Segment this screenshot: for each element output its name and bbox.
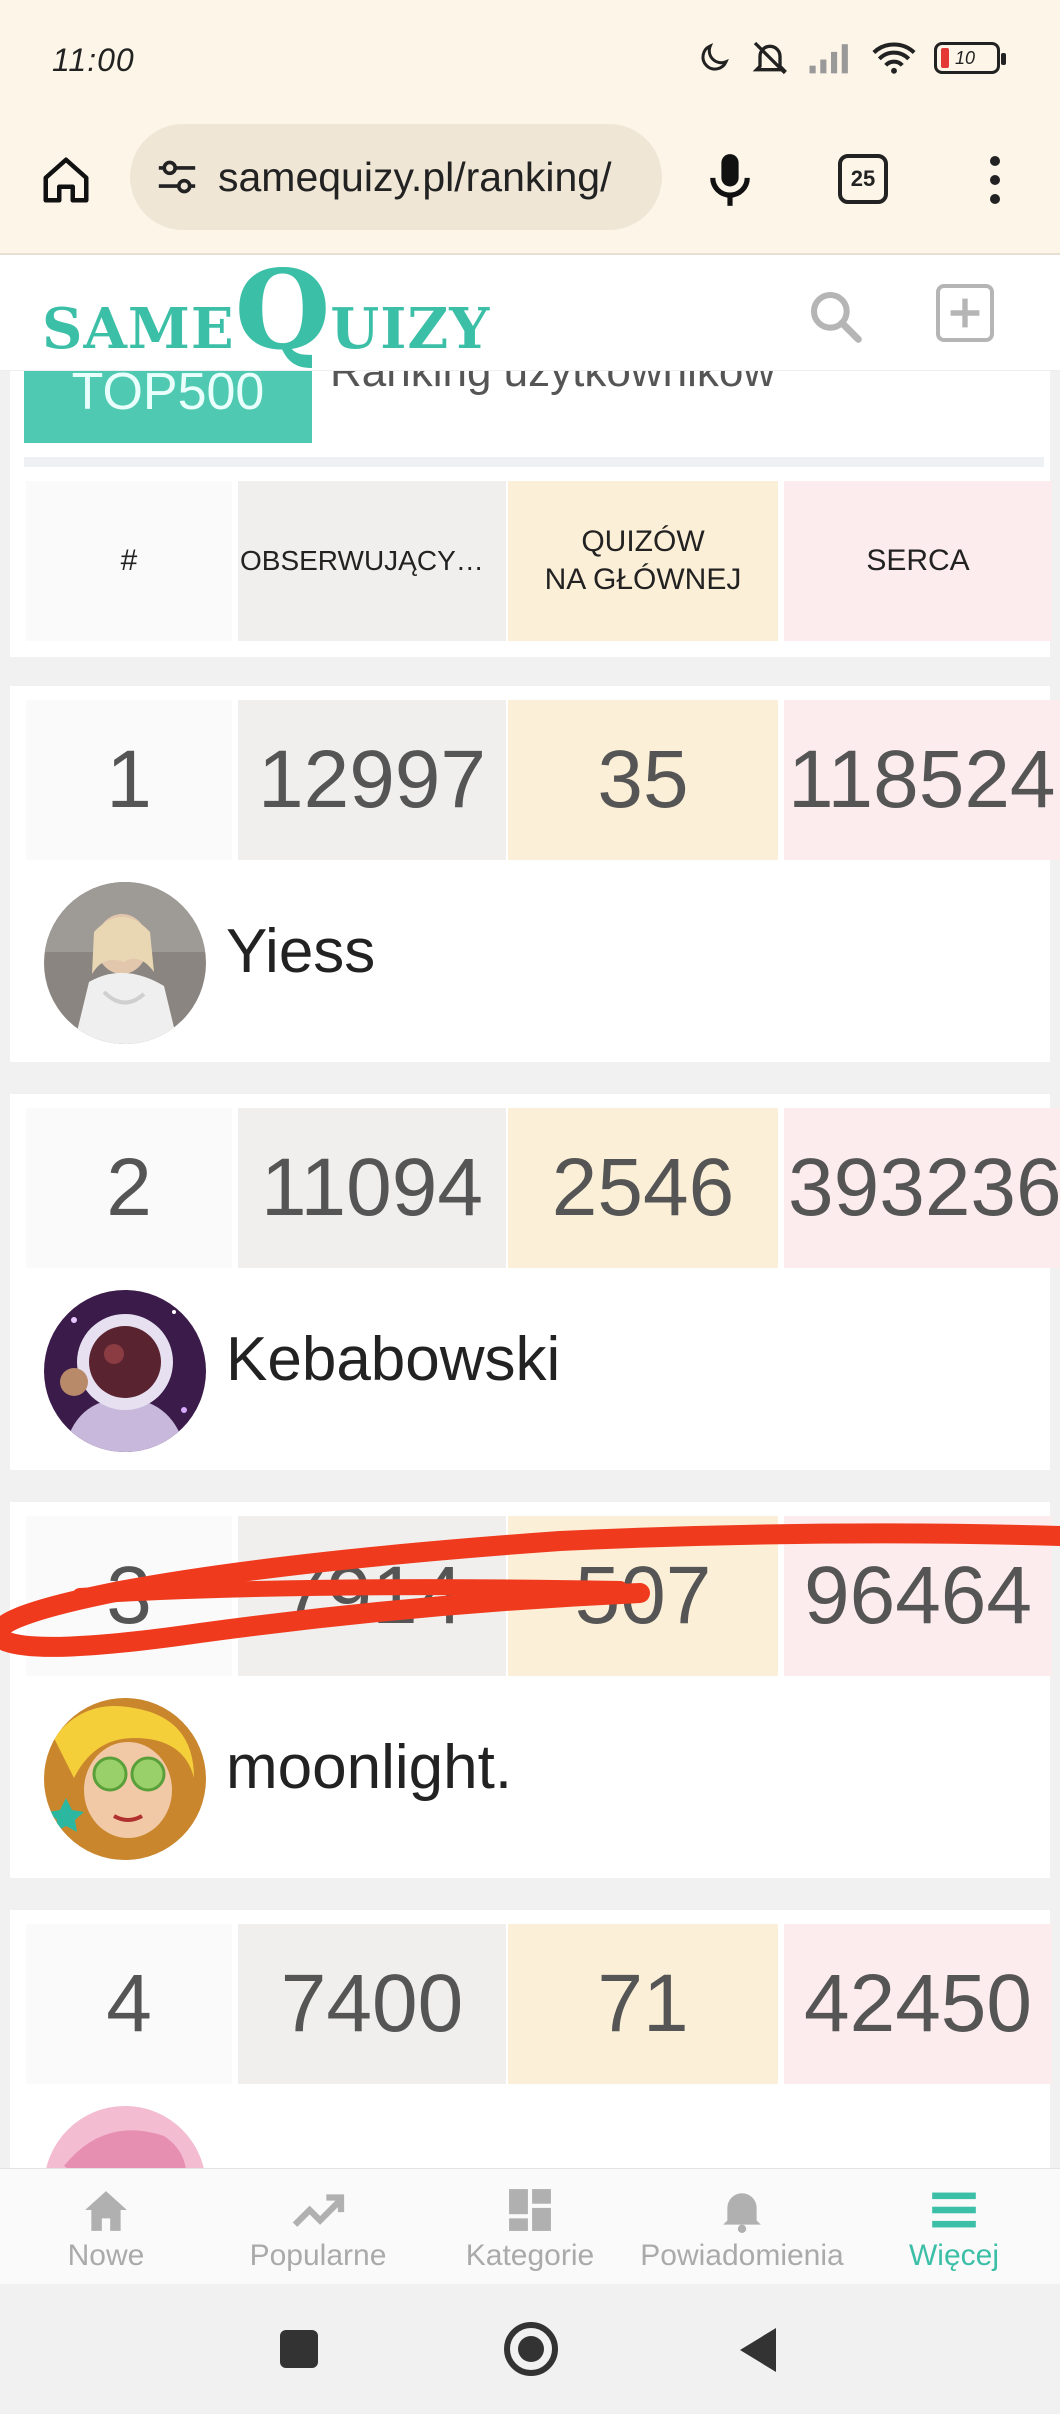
- status-bar: 11:00 10: [0, 0, 1060, 120]
- battery-level: 10: [955, 47, 976, 68]
- rank-value: 1: [26, 700, 232, 860]
- add-quiz-button[interactable]: [936, 284, 994, 342]
- ranking-row[interactable]: 3 7914 507 96464 moonlight.: [10, 1502, 1052, 1878]
- grid-icon: [509, 2189, 551, 2231]
- quizzes-value: 507: [508, 1516, 778, 1676]
- nav-label: Nowe: [67, 2239, 145, 2272]
- top500-badge[interactable]: TOP500: [24, 371, 312, 443]
- home-icon: [43, 157, 89, 203]
- home-icon: [85, 2191, 127, 2231]
- bottom-navigation: Nowe Popularne Kategorie Powiadomienia W…: [0, 2168, 1060, 2284]
- quizzes-value: 2546: [508, 1108, 778, 1268]
- rank-value: 2: [26, 1108, 232, 1268]
- logo-uizy: UIZY: [330, 296, 491, 362]
- ranking-header-section: TOP500 Ranking użytkowników # OBSERWUJĄC…: [10, 371, 1052, 657]
- quizzes-value: 35: [508, 700, 778, 860]
- system-navigation-bar: [0, 2284, 1060, 2414]
- avatar[interactable]: [44, 1290, 206, 1452]
- mic-icon: [710, 154, 750, 206]
- header-quizzes-line2: NA GŁÓWNEJ: [544, 563, 742, 596]
- divider: [24, 457, 1044, 467]
- home-button[interactable]: [36, 150, 96, 210]
- avatar[interactable]: [44, 1698, 206, 1860]
- search-button[interactable]: [805, 286, 865, 346]
- home-system-button[interactable]: [504, 2322, 558, 2376]
- avatar[interactable]: [44, 2106, 206, 2168]
- voice-search-button[interactable]: [700, 150, 760, 210]
- back-button[interactable]: [740, 2328, 776, 2372]
- followers-value: 7914: [238, 1516, 506, 1676]
- ranking-row[interactable]: 2 11094 2546 393236 Kebabowski: [10, 1094, 1060, 1470]
- wifi-icon: [872, 42, 916, 74]
- quizzes-value: 71: [508, 1924, 778, 2084]
- nav-label: Powiadomienia: [640, 2239, 844, 2272]
- header-rank[interactable]: #: [26, 481, 232, 641]
- ranking-row[interactable]: 4 7400 71 42450: [10, 1910, 1052, 2168]
- header-hearts[interactable]: SERCA: [784, 481, 1052, 641]
- ranking-title: Ranking użytkowników: [330, 371, 776, 396]
- hearts-value: 42450: [784, 1924, 1052, 2084]
- recents-button[interactable]: [280, 2330, 318, 2368]
- ranking-content: TOP500 Ranking użytkowników # OBSERWUJĄC…: [0, 371, 1060, 2168]
- site-settings-icon[interactable]: [154, 154, 200, 200]
- signal-icon: [809, 44, 848, 74]
- nav-label: Kategorie: [465, 2239, 595, 2272]
- trending-icon: [292, 2194, 345, 2227]
- browser-toolbar: samequizy.pl/ranking/ 25: [0, 120, 1060, 255]
- nav-item-kategorie[interactable]: Kategorie: [424, 2169, 636, 2284]
- menu-icon: [932, 2192, 976, 2228]
- nav-item-powiadomienia[interactable]: Powiadomienia: [636, 2169, 848, 2284]
- nav-item-popularne[interactable]: Popularne: [212, 2169, 424, 2284]
- username[interactable]: Kebabowski: [226, 1324, 560, 1395]
- username[interactable]: Yiess: [226, 916, 375, 987]
- battery-icon: 10: [934, 42, 1006, 74]
- followers-value: 11094: [238, 1108, 506, 1268]
- hearts-value: 96464: [784, 1516, 1052, 1676]
- plus-icon: [950, 298, 980, 328]
- nav-label: Więcej: [908, 2239, 999, 2272]
- site-header: SAME Q UIZY: [0, 245, 1060, 374]
- hearts-value: 393236: [784, 1108, 1060, 1268]
- header-quizzes-line1: QUIZÓW: [581, 525, 705, 558]
- samequizy-logo[interactable]: SAME Q UIZY: [42, 245, 491, 374]
- logo-same: SAME: [42, 296, 235, 362]
- username[interactable]: moonlight.: [226, 1732, 512, 1803]
- nav-item-nowe[interactable]: Nowe: [0, 2169, 212, 2284]
- address-bar[interactable]: samequizy.pl/ranking/: [130, 124, 662, 230]
- hearts-value: 118524: [784, 700, 1060, 860]
- header-followers[interactable]: OBSERWUJĄCY…: [238, 481, 506, 641]
- avatar[interactable]: [44, 882, 206, 1044]
- search-icon: [810, 291, 862, 343]
- status-time: 11:00: [52, 42, 135, 78]
- bell-icon: [723, 2193, 761, 2233]
- header-quizzes[interactable]: QUIZÓW NA GŁÓWNEJ: [508, 481, 778, 641]
- more-menu-button[interactable]: [975, 150, 1015, 210]
- moon-icon: [701, 43, 729, 71]
- nav-label: Popularne: [249, 2239, 387, 2272]
- followers-value: 12997: [238, 700, 506, 860]
- status-icons: 10: [696, 38, 1006, 78]
- followers-value: 7400: [238, 1924, 506, 2084]
- tabs-button[interactable]: 25: [838, 154, 888, 204]
- url-text[interactable]: samequizy.pl/ranking/: [218, 154, 648, 201]
- logo-q: Q: [234, 245, 331, 374]
- rank-value: 3: [26, 1516, 232, 1676]
- silent-bell-icon: [752, 41, 788, 75]
- nav-item-wiecej[interactable]: Więcej: [848, 2169, 1060, 2284]
- rank-value: 4: [26, 1924, 232, 2084]
- ranking-row[interactable]: 1 12997 35 118524 Yiess: [10, 686, 1060, 1062]
